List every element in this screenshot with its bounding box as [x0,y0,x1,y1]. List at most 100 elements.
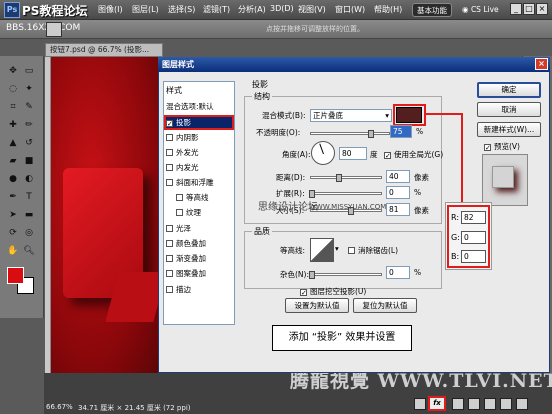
zoom-tool-icon[interactable]: 🔍︎ [22,244,36,258]
angle-input[interactable]: 80 [339,147,367,160]
opacity-input[interactable]: 75 [390,125,412,138]
opacity-slider[interactable] [310,132,390,135]
noise-slider-thumb[interactable] [309,271,315,279]
gradient-tool-icon[interactable]: ■ [22,154,36,168]
distance-slider[interactable] [310,176,382,179]
type-tool-icon[interactable]: T [22,190,36,204]
menu-layer[interactable]: 图层(L) [132,4,159,15]
path-select-icon[interactable]: ➤ [6,208,20,222]
magic-wand-icon[interactable]: ✦ [22,82,36,96]
spread-input[interactable]: 0 [386,186,410,199]
maximize-button[interactable]: □ [523,3,535,15]
style-item-inner-glow[interactable]: 内发光 [166,162,232,174]
lasso-tool-icon[interactable]: ◌ [6,82,20,96]
style-item-outer-glow[interactable]: 外发光 [166,147,232,159]
cs-live-button[interactable]: ◉ CS Live [462,3,508,17]
style-item-stroke[interactable]: 描边 [166,284,232,296]
pen-tool-icon[interactable]: ✒ [6,190,20,204]
zoom-level[interactable]: 66.67% [46,403,73,411]
styles-header[interactable]: 样式 [166,85,182,96]
global-light-checkbox[interactable]: 使用全局光(G) [384,149,443,160]
preview-check[interactable] [484,144,491,151]
foreground-color-swatch-front[interactable] [7,267,24,284]
layer-group-icon[interactable] [484,398,496,410]
new-layer-icon[interactable] [500,398,512,410]
g-input[interactable]: 0 [461,231,486,244]
menu-view[interactable]: 视图(V) [298,4,326,15]
anti-alias-checkbox[interactable]: 消除锯齿(L) [348,245,398,256]
noise-slider[interactable] [310,273,382,276]
knockout-checkbox[interactable]: 图层挖空投影(U) [300,286,366,297]
global-light-check[interactable] [384,152,391,159]
blur-tool-icon[interactable]: ● [6,172,20,186]
knockout-check[interactable] [300,289,307,296]
close-button[interactable]: × [536,3,548,15]
workspace-basic[interactable]: 基本功能 [412,3,452,17]
spread-slider[interactable] [310,192,382,195]
contour-dropdown-icon[interactable]: ▾ [335,244,339,253]
noise-input[interactable]: 0 [386,266,410,279]
ok-button[interactable]: 确定 [477,82,541,98]
menu-select[interactable]: 选择(S) [168,4,195,15]
shadow-color-swatch[interactable] [396,107,422,123]
menu-filter[interactable]: 滤镜(T) [203,4,230,15]
checkbox[interactable] [166,164,173,171]
style-item-satin[interactable]: 光泽 [166,223,232,235]
style-item-texture[interactable]: 纹理 [176,207,232,219]
move-tool-icon[interactable]: ✥ [6,64,20,78]
dodge-tool-icon[interactable]: ◐ [22,172,36,186]
opacity-slider-thumb[interactable] [368,130,374,138]
preview-checkbox[interactable]: 预览(V) [484,141,520,152]
style-item-bevel-emboss[interactable]: 斜面和浮雕 [166,177,232,189]
stamp-tool-icon[interactable]: ▲ [6,136,20,150]
brush-tool-icon[interactable]: ✏ [22,118,36,132]
anti-alias-check[interactable] [348,247,355,254]
style-item-contour[interactable]: 等高线 [176,192,232,204]
eraser-tool-icon[interactable]: ▰ [6,154,20,168]
distance-slider-thumb[interactable] [336,174,342,182]
healing-brush-icon[interactable]: ✚ [6,118,20,132]
crop-tool-icon[interactable]: ⌗ [6,100,20,114]
style-item-color-overlay[interactable]: 颜色叠加 [166,238,232,250]
hand-tool-icon[interactable]: ✋ [6,244,20,258]
contour-picker[interactable] [310,238,334,262]
menu-3d[interactable]: 3D(D) [270,4,294,13]
spread-slider-thumb[interactable] [309,190,315,198]
history-brush-icon[interactable]: ↺ [22,136,36,150]
adjustment-layer-icon[interactable] [468,398,480,410]
checkbox[interactable] [166,134,173,141]
document-tab[interactable]: 按钮7.psd @ 66.7% (投影... [45,43,163,57]
new-style-button[interactable]: 新建样式(W)... [477,122,541,137]
checkbox[interactable] [166,270,173,277]
r-input[interactable]: 82 [461,211,486,224]
checkbox[interactable] [166,286,173,293]
checkbox[interactable] [166,225,173,232]
b-input[interactable]: 0 [461,250,486,263]
blending-options-item[interactable]: 混合选项:默认 [166,101,232,113]
shape-tool-icon[interactable]: ▬ [22,208,36,222]
checkbox[interactable] [176,194,183,201]
checkbox[interactable] [166,240,173,247]
delete-layer-icon[interactable] [516,398,528,410]
menu-help[interactable]: 帮助(H) [374,4,402,15]
checkbox[interactable] [176,209,183,216]
minimize-button[interactable]: _ [510,3,522,15]
dialog-close-button[interactable]: × [535,58,548,70]
checkbox[interactable] [166,149,173,156]
make-default-button[interactable]: 设置为默认值 [285,298,349,313]
style-item-pattern-overlay[interactable]: 图案叠加 [166,268,232,280]
style-item-drop-shadow[interactable]: 投影 [164,115,234,130]
blend-mode-select[interactable]: 正片叠底 ▾ [310,109,392,122]
style-item-inner-shadow[interactable]: 内阴影 [166,132,232,144]
distance-input[interactable]: 40 [386,170,410,183]
3d-orbit-icon[interactable]: ◎ [22,226,36,240]
eyedropper-icon[interactable]: ✎ [22,100,36,114]
style-item-gradient-overlay[interactable]: 渐变叠加 [166,253,232,265]
marquee-tool-icon[interactable]: ▭ [22,64,36,78]
size-input[interactable]: 81 [386,203,410,216]
layer-mask-icon[interactable] [452,398,464,410]
checkbox[interactable] [166,179,173,186]
checkbox[interactable] [166,255,173,262]
menu-image[interactable]: 图像(I) [98,4,123,15]
link-layers-icon[interactable] [414,398,426,410]
